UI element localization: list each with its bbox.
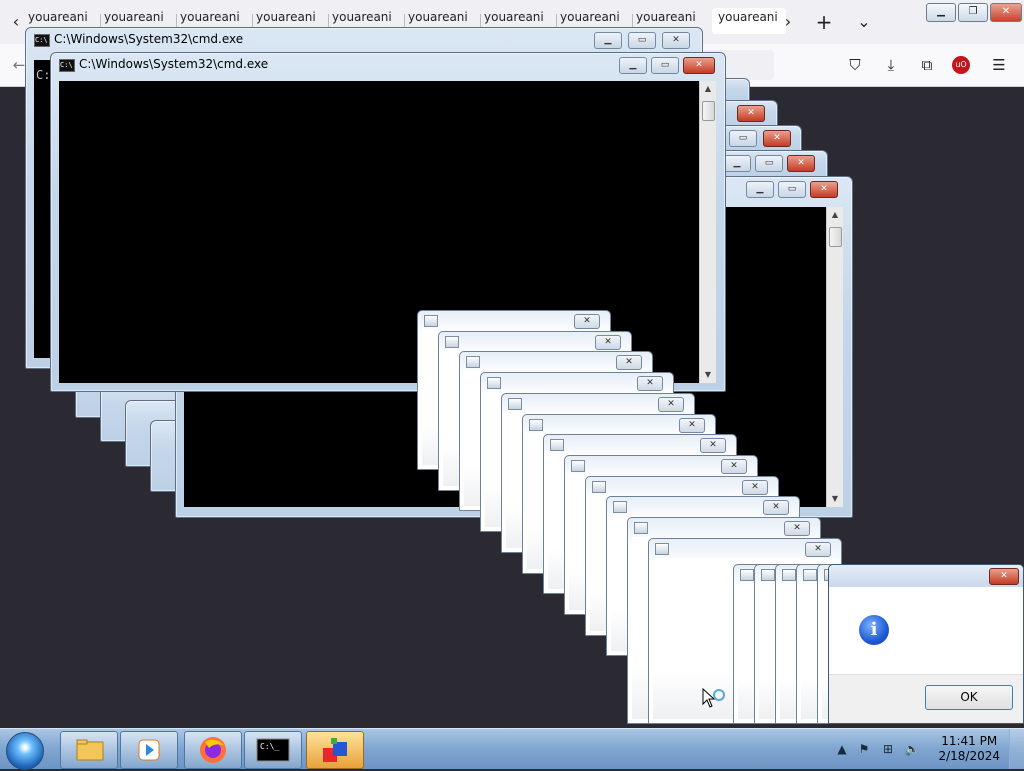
windows-explorer-icon[interactable] [60, 731, 118, 769]
cmd-icon: C:\ [59, 59, 75, 72]
maximize-icon[interactable]: ▭ [729, 130, 757, 147]
window-title: C:\Windows\System32\cmd.exe [79, 57, 269, 71]
tab[interactable]: youareani [712, 8, 786, 34]
clock-date: 2/18/2024 [938, 749, 1000, 763]
close-icon[interactable]: ✕ [810, 181, 838, 198]
maximize-icon[interactable]: ▭ [755, 155, 783, 172]
information-icon: i [859, 615, 889, 645]
ublock-origin-icon[interactable]: uO [952, 56, 970, 74]
close-icon[interactable]: ✕ [679, 418, 705, 433]
firefox-icon[interactable] [184, 731, 242, 769]
scroll-down-icon[interactable]: ▼ [700, 367, 716, 383]
minimize-icon[interactable]: ▁ [619, 57, 647, 74]
scroll-up-icon[interactable]: ▲ [827, 207, 843, 223]
window-icon [445, 336, 459, 348]
extensions-icon[interactable]: ⧉ [916, 54, 938, 76]
close-icon[interactable]: ✕ [595, 335, 621, 350]
maximize-icon[interactable]: ▭ [628, 32, 656, 49]
window-icon [803, 569, 817, 581]
app-cube-icon[interactable] [306, 731, 364, 769]
show-desktop-button[interactable] [1009, 729, 1024, 769]
window-icon [529, 419, 543, 431]
clock[interactable]: 11:41 PM 2/18/2024 [938, 734, 1000, 764]
scrollbar[interactable]: ▲ ▼ [699, 81, 716, 383]
console-prompt: C: [36, 68, 51, 82]
close-icon[interactable]: ✕ [763, 130, 791, 147]
list-all-tabs-icon[interactable]: ⌄ [852, 10, 876, 34]
window-icon [634, 522, 648, 534]
window-icon [613, 501, 627, 513]
window-icon [487, 377, 501, 389]
close-icon[interactable]: ✕ [737, 105, 765, 122]
window-icon [655, 543, 669, 555]
maximize-icon[interactable]: ▭ [651, 57, 679, 74]
dialog-titlebar[interactable]: ✕ [829, 565, 1023, 587]
window-icon [571, 460, 585, 472]
tab-scroll-right-icon[interactable]: › [776, 10, 800, 34]
close-icon[interactable]: ✕ [742, 480, 768, 495]
close-icon[interactable]: ✕ [574, 314, 600, 329]
menu-icon[interactable]: ☰ [988, 54, 1010, 76]
cmd-icon: C:\ [34, 34, 50, 47]
close-icon[interactable]: ✕ [700, 438, 726, 453]
downloads-icon[interactable]: ⤓ [880, 54, 902, 76]
window-icon [592, 481, 606, 493]
svg-text:C:\_: C:\_ [260, 742, 279, 751]
close-icon[interactable]: ✕ [721, 459, 747, 474]
window-icon [466, 356, 480, 368]
close-icon[interactable]: ✕ [805, 542, 831, 557]
action-center-flag-icon[interactable]: ⚑ [856, 741, 872, 757]
scroll-thumb[interactable] [829, 227, 842, 247]
close-icon[interactable]: ✕ [989, 568, 1019, 585]
system-tray: ▲ ⚑ ⊞ 🔈 11:41 PM 2/18/2024 [834, 729, 1024, 769]
pocket-icon[interactable]: ⛉ [844, 54, 866, 76]
scroll-up-icon[interactable]: ▲ [700, 81, 716, 97]
minimize-icon[interactable]: ▁ [746, 181, 774, 198]
close-icon[interactable]: ✕ [616, 355, 642, 370]
close-icon[interactable]: ✕ [662, 32, 690, 49]
browser-restore-button[interactable]: ❐ [958, 3, 988, 22]
window-icon [424, 315, 438, 327]
close-icon[interactable]: ✕ [637, 376, 663, 391]
scroll-thumb[interactable] [702, 101, 715, 121]
window-icon [740, 569, 754, 581]
minimize-icon[interactable]: ▁ [594, 32, 622, 49]
ublock-label: uO [955, 60, 967, 69]
command-prompt-icon[interactable]: C:\_ [244, 731, 302, 769]
message-dialog[interactable]: ✕ i OK [828, 564, 1024, 724]
close-icon[interactable]: ✕ [787, 155, 815, 172]
window-icon [761, 569, 775, 581]
busy-cursor-icon [702, 688, 725, 708]
volume-muted-icon[interactable]: 🔈 [904, 741, 920, 757]
show-hidden-icons-icon[interactable]: ▲ [834, 741, 850, 757]
window-title: C:\Windows\System32\cmd.exe [54, 32, 244, 46]
close-icon[interactable]: ✕ [763, 500, 789, 515]
window-icon [782, 569, 796, 581]
window-icon [550, 439, 564, 451]
close-icon[interactable]: ✕ [784, 521, 810, 536]
scrollbar[interactable]: ▲ ▼ [826, 207, 843, 507]
browser-minimize-button[interactable]: ▁ [926, 3, 956, 22]
close-icon[interactable]: ✕ [683, 57, 715, 74]
network-icon[interactable]: ⊞ [880, 741, 896, 757]
maximize-icon[interactable]: ▭ [778, 181, 806, 198]
close-icon[interactable]: ✕ [658, 397, 684, 412]
minimize-icon[interactable]: ▁ [723, 155, 751, 172]
ok-button[interactable]: OK [925, 685, 1013, 710]
clock-time: 11:41 PM [941, 734, 998, 748]
window-icon [508, 398, 522, 410]
taskbar: C:\_ ▲ ⚑ ⊞ 🔈 11:41 PM 2/18/2024 [0, 728, 1024, 770]
new-tab-button[interactable]: + [812, 10, 836, 34]
browser-close-button[interactable]: ✕ [990, 3, 1022, 22]
scroll-down-icon[interactable]: ▼ [827, 491, 843, 507]
start-button[interactable] [6, 732, 44, 770]
media-player-icon[interactable] [120, 731, 178, 769]
